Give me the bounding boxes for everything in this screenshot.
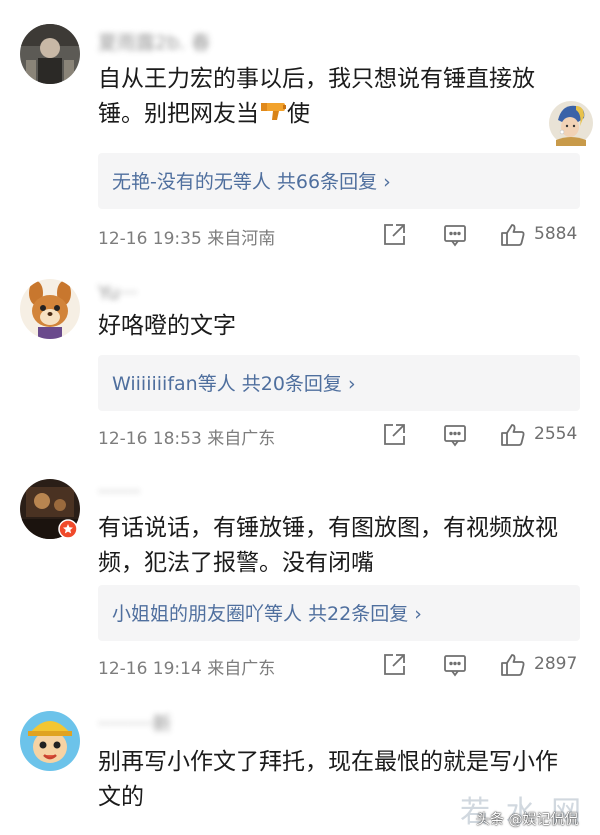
reply-summary-link[interactable]: 小姐姐的朋友圈吖等人 共22条回复 › [98,585,580,641]
reply-summary-link[interactable]: Wiiiiiiifan等人 共20条回复 › [98,355,580,411]
avatar[interactable] [20,711,80,771]
username[interactable]: 夏雨露2b. 春 [98,28,210,54]
share-icon[interactable] [381,222,407,248]
like-count: 2897 [534,654,578,674]
girl-with-pearl-earring-sticker [548,100,594,146]
comment-meta: 12-16 19:35 来自河南 5884 [98,222,580,250]
comment-meta: 12-16 18:53 来自广东 2554 [98,422,580,450]
username[interactable]: ·········新 [98,709,171,735]
comment-text: 有话说话，有锤放锤，有图放图，有视频放视频，犯法了报警。没有闭嘴 [98,515,558,576]
comment-item: 夏雨露2b. 春 自从王力宏的事以后，我只想说有锤直接放锤。别把网友当使 无艳-… [0,0,600,255]
comment-icon[interactable] [442,422,468,448]
comment-item: Yu··· 好咯噔的文字 Wiiiiiiifan等人 共20条回复 › 12-1… [0,255,600,465]
username[interactable]: ······· [98,481,140,507]
reply-summary-text[interactable]: 无艳-没有的无等人 共66条回复 › [112,167,391,194]
avatar[interactable] [20,24,80,84]
reply-summary-text[interactable]: Wiiiiiiifan等人 共20条回复 › [112,369,356,396]
share-icon[interactable] [381,422,407,448]
comment-time-location: 12-16 18:53 来自广东 [98,429,276,449]
share-icon[interactable] [381,652,407,678]
like-count: 5884 [534,224,578,244]
comment-text-part: 使 [287,101,310,127]
comment-text: 自从王力宏的事以后，我只想说有锤直接放锤。别把网友当使 [98,62,558,132]
comment-time-location: 12-16 19:14 来自广东 [98,659,276,679]
verified-badge-icon [58,519,78,539]
username[interactable]: Yu··· [98,282,138,308]
reply-summary-link[interactable]: 无艳-没有的无等人 共66条回复 › [98,153,580,209]
like-count: 2554 [534,424,578,444]
thumbs-up-icon[interactable] [500,422,526,448]
thumbs-up-icon[interactable] [500,222,526,248]
comment-text-part: 自从王力宏的事以后，我只想说有锤直接放锤。别把网友当 [98,66,535,127]
comment-time-location: 12-16 19:35 来自河南 [98,229,276,249]
comment-icon[interactable] [442,222,468,248]
comment-icon[interactable] [442,652,468,678]
watermark-author: 头条 @娱记侃侃 [476,812,579,828]
thumbs-up-icon[interactable] [500,652,526,678]
comment-meta: 12-16 19:14 来自广东 2897 [98,652,580,680]
watermark: 若 水 网 头条 @娱记侃侃 [440,787,600,835]
comment-text: 好咯噔的文字 [98,313,236,339]
comment-item: ······· 有话说话，有锤放锤，有图放图，有视频放视频，犯法了报警。没有闭嘴… [0,465,600,705]
reply-summary-text[interactable]: 小姐姐的朋友圈吖等人 共22条回复 › [112,599,422,626]
avatar[interactable] [20,279,80,339]
pistol-icon [259,97,287,132]
